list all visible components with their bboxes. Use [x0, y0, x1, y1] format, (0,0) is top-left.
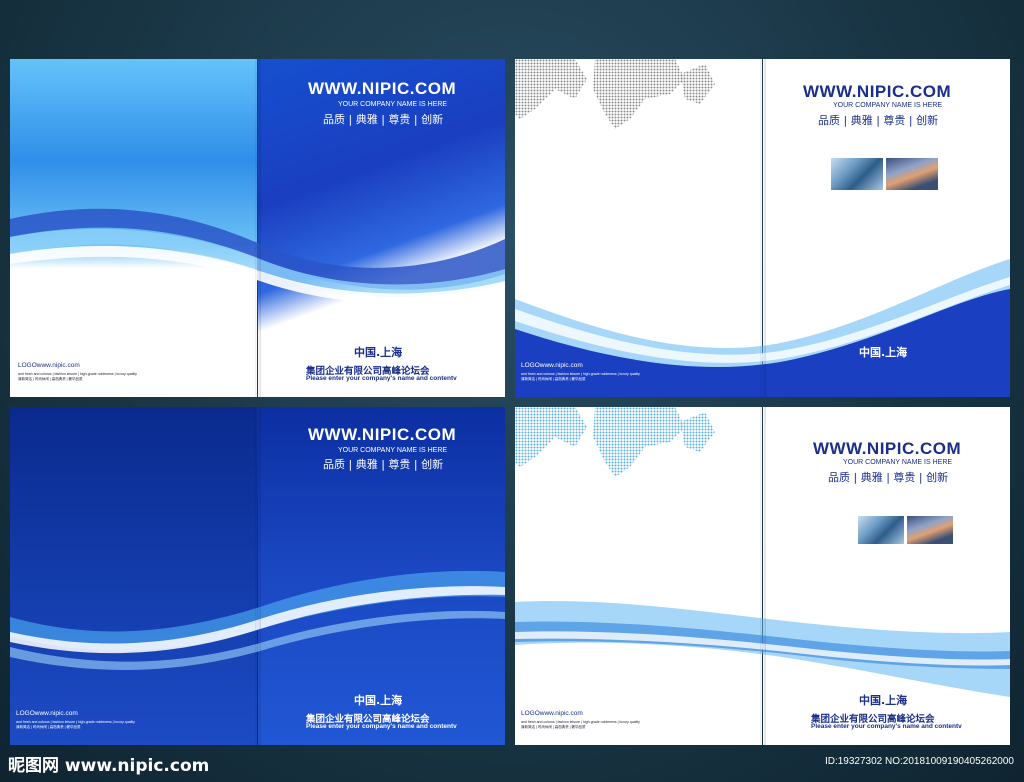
bridge-photo: [886, 158, 938, 190]
city-label: 中国.上海: [859, 346, 908, 359]
company-placeholder: YOUR COMPANY NAME IS HERE: [338, 101, 448, 108]
slogan: 品质 | 典雅 | 尊贵 | 创新: [323, 458, 444, 471]
city-label: 中国.上海: [354, 346, 403, 359]
company-placeholder: YOUR COMPANY NAME IS HERE: [843, 459, 953, 466]
brochure-mockup-3: WWW.NIPIC.COM YOUR COMPANY NAME IS HERE …: [10, 407, 505, 745]
small-line-cn: 清新简洁 | 时尚休闲 | 高档典贵 | 奢华品质: [16, 725, 81, 729]
brochure-mockup-2: WWW.NIPIC.COM YOUR COMPANY NAME IS HERE …: [515, 59, 1010, 397]
small-line-cn: 清新简洁 | 时尚休闲 | 高档典贵 | 奢华品质: [521, 377, 586, 381]
logo-text: LOGOwww.nipic.com: [18, 362, 80, 369]
logo-text: LOGOwww.nipic.com: [16, 710, 78, 717]
photo-strip: [858, 516, 953, 544]
small-line-en: and fresh and colorus | fashion leisure …: [521, 372, 640, 376]
city-label: 中国.上海: [354, 694, 403, 707]
site-url: WWW.NIPIC.COM: [803, 82, 952, 101]
logo-text: LOGOwww.nipic.com: [521, 362, 583, 369]
slogan: 品质 | 典雅 | 尊贵 | 创新: [828, 471, 949, 484]
slogan: 品质 | 典雅 | 尊贵 | 创新: [818, 114, 939, 127]
small-line-en: and fresh and colorus | fashion leisure …: [18, 372, 137, 376]
bridge-photo: [907, 516, 953, 544]
small-line-cn: 清新简洁 | 时尚休闲 | 高档典贵 | 奢华品质: [521, 725, 586, 729]
site-url: WWW.NIPIC.COM: [813, 439, 962, 458]
small-line-en: and fresh and colorus | fashion leisure …: [521, 720, 640, 724]
fold-line: [760, 407, 766, 745]
brochure-mockup-1: WWW.NIPIC.COM YOUR COMPANY NAME IS HERE …: [10, 59, 505, 397]
site-url: WWW.NIPIC.COM: [308, 79, 457, 98]
fold-line: [255, 59, 261, 397]
city-photo: [831, 158, 883, 190]
company-placeholder: YOUR COMPANY NAME IS HERE: [833, 102, 943, 109]
company-placeholder: YOUR COMPANY NAME IS HERE: [338, 447, 448, 454]
watermark-site: 昵图网 www.nipic.com: [8, 756, 210, 776]
site-url: WWW.NIPIC.COM: [308, 425, 457, 444]
city-label: 中国.上海: [859, 694, 908, 707]
small-line-en: and fresh and colorus | fashion leisure …: [16, 720, 135, 724]
slogan: 品质 | 典雅 | 尊贵 | 创新: [323, 113, 444, 126]
fold-line: [760, 59, 766, 397]
watermark-id: ID:19327302 NO:20181009190405262000: [824, 756, 1014, 767]
enter-text: Please enter your company's name and con…: [306, 723, 457, 730]
city-photo: [858, 516, 904, 544]
fold-line: [255, 407, 261, 745]
logo-text: LOGOwww.nipic.com: [521, 710, 583, 717]
small-line-cn: 清新简洁 | 时尚休闲 | 高档典贵 | 奢华品质: [18, 377, 83, 381]
enter-text: Please enter your company's name and con…: [811, 723, 962, 730]
brochure-mockup-4: WWW.NIPIC.COM YOUR COMPANY NAME IS HERE …: [515, 407, 1010, 745]
photo-strip: [831, 158, 938, 190]
enter-text: Please enter your company's name and con…: [306, 375, 457, 382]
